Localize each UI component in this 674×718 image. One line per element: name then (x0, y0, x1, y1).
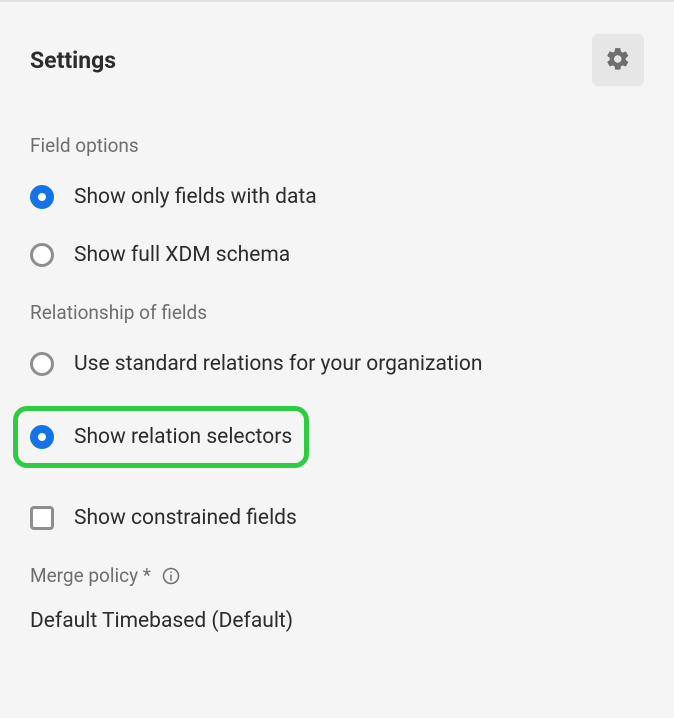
checkbox-show-constrained-fields[interactable]: Show constrained fields (30, 506, 644, 530)
page-title: Settings (30, 47, 116, 74)
header-row: Settings (30, 34, 644, 86)
info-icon[interactable] (161, 566, 181, 586)
highlighted-option: Show relation selectors (13, 406, 309, 468)
relationship-label: Relationship of fields (30, 301, 644, 324)
checkbox-label: Show constrained fields (74, 506, 297, 530)
radio-label: Show relation selectors (74, 425, 292, 449)
field-options-label: Field options (30, 134, 644, 157)
radio-label: Show full XDM schema (74, 243, 290, 267)
radio-icon (30, 352, 54, 376)
radio-show-full-xdm-schema[interactable]: Show full XDM schema (30, 243, 644, 267)
radio-icon (30, 185, 54, 209)
checkbox-icon (30, 506, 54, 530)
merge-policy-value[interactable]: Default Timebased (Default) (30, 609, 644, 633)
settings-gear-button[interactable] (592, 34, 644, 86)
radio-icon (30, 425, 54, 449)
radio-label: Use standard relations for your organiza… (74, 352, 482, 376)
radio-show-relation-selectors[interactable]: Show relation selectors (30, 425, 292, 449)
settings-panel: Settings Field options Show only fields … (0, 0, 674, 718)
gear-icon (605, 46, 631, 75)
merge-policy-row: Merge policy * (30, 564, 644, 587)
radio-use-standard-relations[interactable]: Use standard relations for your organiza… (30, 352, 644, 376)
merge-policy-label: Merge policy * (30, 564, 151, 587)
radio-show-only-fields-with-data[interactable]: Show only fields with data (30, 185, 644, 209)
radio-icon (30, 243, 54, 267)
radio-label: Show only fields with data (74, 185, 317, 209)
